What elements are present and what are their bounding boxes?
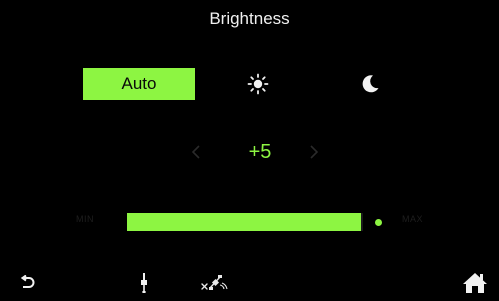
slider-indicator-dot [375, 219, 382, 226]
sun-icon [247, 73, 269, 95]
back-button[interactable] [12, 270, 42, 296]
brightness-slider[interactable] [127, 213, 365, 231]
auto-mode-label: Auto [121, 74, 157, 93]
increase-button[interactable] [304, 140, 324, 164]
slider-handle[interactable] [363, 212, 367, 232]
chevron-right-icon [310, 145, 319, 159]
page-title: Brightness [209, 9, 290, 28]
slider-min-label: MIN [76, 214, 94, 224]
home-button[interactable] [458, 270, 492, 296]
usb-status [132, 270, 156, 296]
gps-status [198, 270, 232, 296]
day-mode-button[interactable] [228, 68, 288, 100]
moon-icon [362, 75, 379, 93]
slider-fill [127, 213, 361, 231]
home-icon [463, 273, 487, 293]
brightness-screen: Brightness Auto +5 MIN MAX [0, 0, 499, 301]
decrease-button[interactable] [186, 140, 206, 164]
usb-icon [141, 273, 147, 293]
back-arrow-icon [20, 275, 35, 288]
chevron-left-icon [191, 145, 200, 159]
auto-mode-button[interactable]: Auto [83, 68, 195, 100]
gps-off-icon [201, 275, 228, 290]
brightness-value: +5 [248, 141, 272, 163]
night-mode-button[interactable] [340, 68, 400, 100]
slider-max-label: MAX [402, 214, 424, 224]
